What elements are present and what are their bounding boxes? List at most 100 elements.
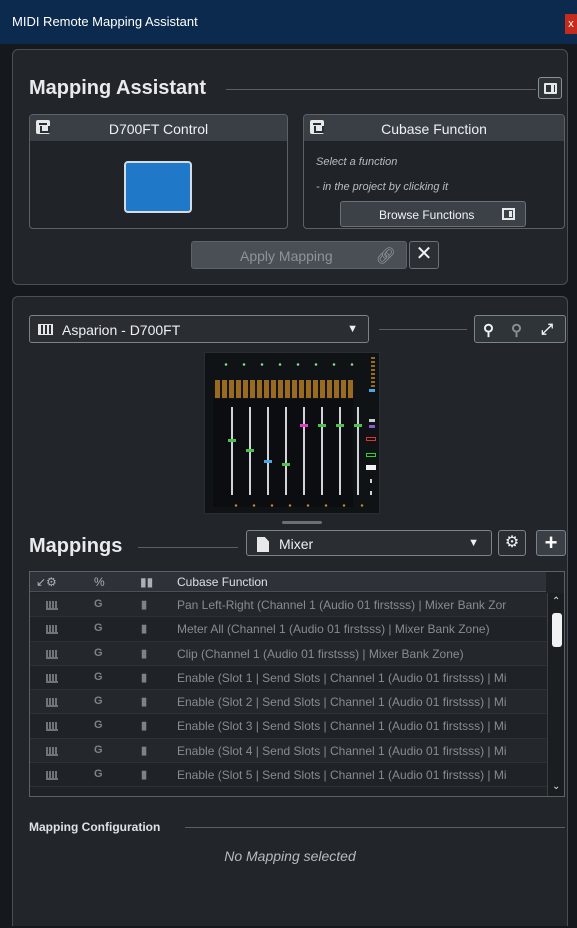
indicator bbox=[370, 479, 372, 483]
browse-functions-label: Browse Functions bbox=[379, 208, 475, 222]
global-flag: G bbox=[94, 646, 103, 659]
divider bbox=[379, 329, 467, 330]
midi-icon bbox=[46, 625, 58, 635]
mapping-page-select[interactable]: Mixer ▼ bbox=[246, 530, 492, 556]
function-cell: Enable (Slot 2 | Send Slots | Channel 1 … bbox=[177, 695, 507, 710]
midi-icon bbox=[46, 649, 58, 659]
fader[interactable] bbox=[303, 407, 305, 495]
midi-icon bbox=[46, 673, 58, 683]
fader-cap[interactable] bbox=[354, 424, 362, 427]
function-subpanel-title: Cubase Function bbox=[381, 121, 487, 137]
cancel-mapping-button[interactable]: ✕ bbox=[409, 241, 439, 269]
fader-icon: ▮ bbox=[141, 696, 148, 709]
fader[interactable] bbox=[321, 407, 323, 495]
fader-icon: ▮ bbox=[141, 744, 148, 757]
window-title: MIDI Remote Mapping Assistant bbox=[12, 14, 198, 29]
master-fader-cap[interactable] bbox=[366, 465, 376, 470]
table-row[interactable]: G ▮ Enable (Slot 4 | Send Slots | Channe… bbox=[30, 738, 547, 764]
table-body: G ▮ Pan Left-Right (Channel 1 (Audio 01 … bbox=[30, 593, 547, 788]
table-header: ↙⚙ % ▮▮ Cubase Function bbox=[30, 572, 546, 592]
led-row bbox=[227, 504, 367, 507]
fader-cap[interactable] bbox=[264, 460, 272, 463]
settings-button[interactable]: ⚙ bbox=[498, 530, 526, 556]
indicator bbox=[369, 419, 375, 422]
table-row[interactable]: G ▮ Clip (Channel 1 (Audio 01 firstsss) … bbox=[30, 641, 547, 666]
transport-button[interactable] bbox=[366, 453, 376, 457]
scroll-down-icon[interactable]: ⌄ bbox=[552, 781, 560, 792]
led-row bbox=[217, 363, 357, 366]
table-row[interactable]: G ▮ Enable (Slot 1 | Send Slots | Channe… bbox=[30, 666, 547, 691]
mapping-assistant-heading: Mapping Assistant bbox=[29, 77, 207, 99]
fader[interactable] bbox=[267, 407, 269, 495]
function-hint-line1: Select a function bbox=[316, 156, 398, 168]
fader[interactable] bbox=[357, 407, 359, 495]
global-column-icon[interactable]: % bbox=[94, 575, 105, 589]
global-flag: G bbox=[94, 622, 103, 635]
function-hint-line2: - in the project by clicking it bbox=[316, 181, 449, 193]
mapping-assistant-panel: Mapping Assistant D700FT Control Cubase … bbox=[12, 49, 568, 285]
fader-cap[interactable] bbox=[318, 424, 326, 427]
mappings-table: ↙⚙ % ▮▮ Cubase Function G ▮ Pan Left-Rig… bbox=[29, 571, 565, 797]
fader-icon: ▮ bbox=[141, 599, 148, 611]
fader-cap[interactable] bbox=[336, 424, 344, 427]
device-select[interactable]: Asparion - D700FT ▼ bbox=[29, 315, 369, 343]
function-cell: Clip (Channel 1 (Audio 01 firstsss) | Mi… bbox=[177, 646, 464, 661]
mapping-page-value: Mixer bbox=[279, 536, 314, 552]
zoom-controls: ⚲ ⚲ ⤢ bbox=[474, 315, 566, 343]
transport-button[interactable] bbox=[366, 437, 376, 441]
panel-toggle-icon bbox=[502, 208, 515, 220]
fader-icon: ▮ bbox=[141, 671, 148, 684]
button-row[interactable] bbox=[215, 389, 355, 398]
midi-icon bbox=[46, 746, 58, 756]
table-row[interactable]: G ▮ Pan Left-Right (Channel 1 (Audio 01 … bbox=[30, 593, 547, 618]
selected-control-preview[interactable] bbox=[124, 161, 192, 213]
table-row[interactable]: G ▮ Enable (Slot 3 | Send Slots | Channe… bbox=[30, 714, 547, 739]
indicator bbox=[369, 425, 375, 428]
led-column bbox=[371, 357, 375, 387]
fader[interactable] bbox=[231, 407, 233, 495]
button-row[interactable] bbox=[215, 380, 355, 389]
midi-icon bbox=[46, 698, 58, 708]
title-bar: MIDI Remote Mapping Assistant x bbox=[0, 0, 577, 44]
zoom-in-icon[interactable]: ⚲ bbox=[483, 321, 494, 339]
fit-to-window-icon[interactable]: ⤢ bbox=[541, 321, 553, 338]
fader-cap[interactable] bbox=[300, 424, 308, 427]
indicator bbox=[369, 389, 375, 392]
control-column-icon[interactable]: ↙⚙ bbox=[36, 575, 57, 589]
gear-icon: ⚙ bbox=[504, 534, 520, 551]
table-scrollbar[interactable]: ⌃ ⌄ bbox=[547, 593, 564, 796]
table-row[interactable]: G ▮ Meter All (Channel 1 (Audio 01 first… bbox=[30, 617, 547, 642]
scroll-up-icon[interactable]: ⌃ bbox=[552, 596, 560, 607]
fader[interactable] bbox=[339, 407, 341, 495]
fader-cap[interactable] bbox=[246, 449, 254, 452]
toggle-panel-button[interactable] bbox=[538, 77, 562, 99]
apply-mapping-button[interactable]: Apply Mapping 🔗︎ bbox=[191, 241, 407, 269]
fader[interactable] bbox=[285, 407, 287, 495]
control-subpanel-title: D700FT Control bbox=[108, 121, 209, 137]
cubase-function-column-header[interactable]: Cubase Function bbox=[177, 575, 268, 589]
device-surface[interactable] bbox=[204, 352, 380, 514]
divider bbox=[185, 827, 565, 828]
dropdown-arrow-icon: ▼ bbox=[468, 537, 479, 549]
function-subpanel-header: Cubase Function bbox=[304, 115, 564, 141]
apply-mapping-label: Apply Mapping bbox=[240, 248, 333, 264]
add-mapping-page-button[interactable]: + bbox=[536, 530, 566, 556]
table-row[interactable]: G ▮ Enable (Slot 5 | Send Slots | Channe… bbox=[30, 763, 547, 788]
scrollbar-thumb[interactable] bbox=[552, 613, 562, 647]
midi-icon bbox=[46, 771, 58, 781]
fader-column-icon[interactable]: ▮▮ bbox=[140, 575, 153, 589]
fader-icon: ▮ bbox=[141, 769, 148, 782]
table-row[interactable]: G ▮ Enable (Slot 2 | Send Slots | Channe… bbox=[30, 690, 547, 715]
fader-cap[interactable] bbox=[228, 439, 236, 442]
function-cell: Enable (Slot 1 | Send Slots | Channel 1 … bbox=[177, 670, 507, 685]
mapping-configuration-heading: Mapping Configuration bbox=[29, 820, 161, 834]
function-cell: Enable (Slot 4 | Send Slots | Channel 1 … bbox=[177, 743, 507, 758]
fader-cap[interactable] bbox=[282, 463, 290, 466]
browse-functions-button[interactable]: Browse Functions bbox=[340, 201, 526, 227]
close-icon[interactable]: x bbox=[565, 14, 577, 34]
zoom-out-icon[interactable]: ⚲ bbox=[511, 321, 522, 339]
function-subpanel: Cubase Function Select a function - in t… bbox=[303, 114, 565, 229]
document-icon bbox=[257, 537, 269, 552]
resize-handle[interactable] bbox=[282, 521, 322, 524]
global-flag: G bbox=[94, 768, 103, 781]
